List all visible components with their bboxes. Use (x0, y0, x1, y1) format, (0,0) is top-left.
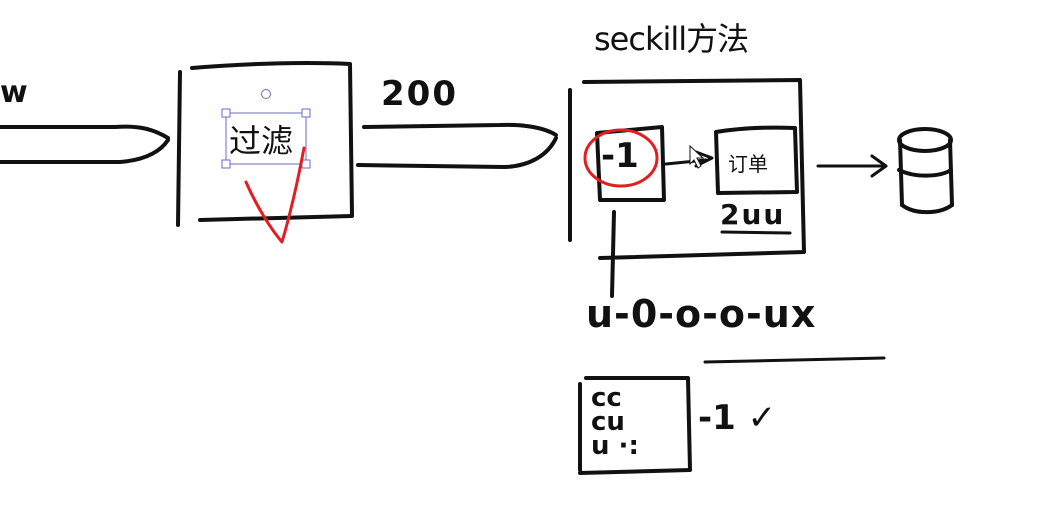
decrement-node-label: -1 (601, 136, 639, 176)
input-arrow (0, 124, 170, 164)
diagram-strokes (0, 61, 954, 475)
database-icon (897, 127, 954, 215)
filter-node-label[interactable]: 过滤 (229, 116, 293, 162)
decrement-drop-line (610, 210, 616, 298)
batch-line: u ·: (591, 431, 639, 461)
left-edge-text: w (0, 75, 28, 110)
middle-arrow (356, 122, 558, 169)
sequence-label: u-0-o-o-ux (586, 292, 817, 336)
diagram-canvas: seckill方法 w 过滤 200 -1 订单 2uu u-0-o-o-ux … (0, 0, 1043, 510)
batch-suffix-label: -1 ✓ (698, 398, 777, 438)
diagram-title: seckill方法 (594, 20, 749, 58)
db-arrow (816, 154, 888, 178)
order-count-label: 2uu (720, 198, 786, 231)
order-count-underline (720, 230, 792, 235)
batch-box-contents: cc cu u ·: (591, 385, 683, 461)
order-node-label: 订单 (728, 152, 768, 176)
sequence-underline (703, 356, 886, 364)
edge-count-label: 200 (381, 74, 458, 114)
red-check-mark (244, 146, 306, 244)
decrement-to-order-arrow (664, 144, 714, 169)
